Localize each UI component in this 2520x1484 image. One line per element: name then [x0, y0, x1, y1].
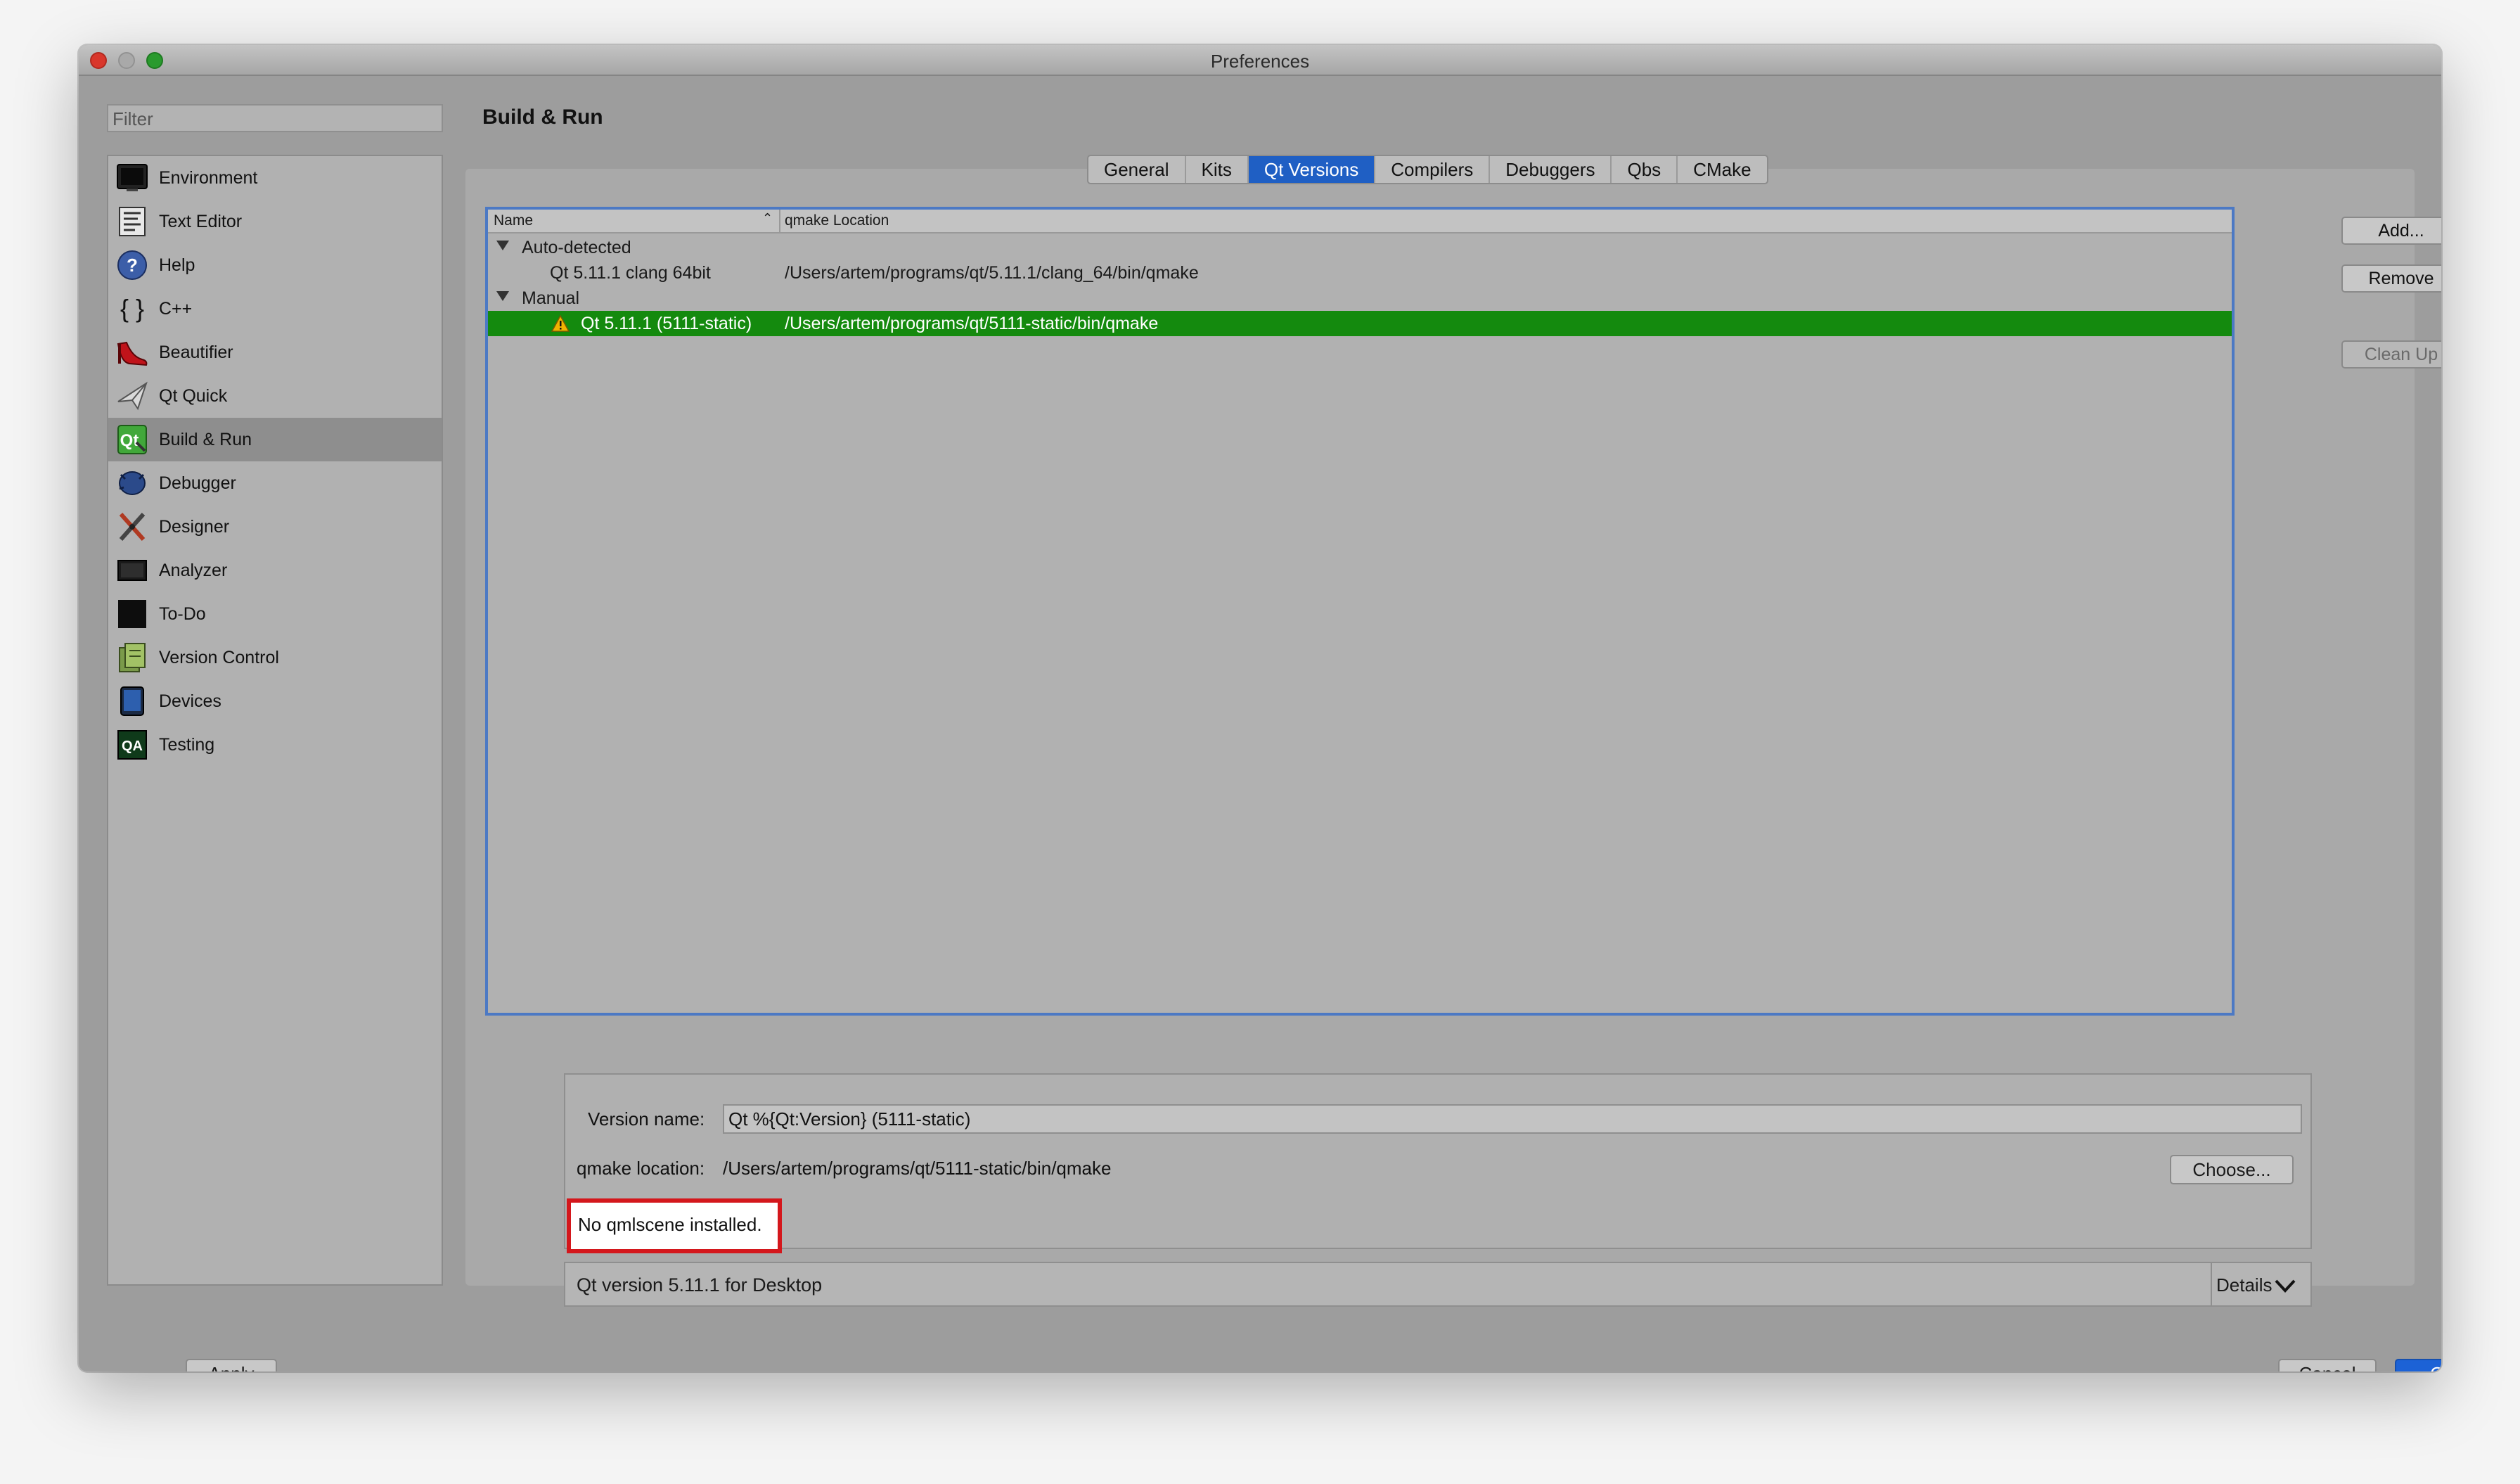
apply-button[interactable]: Apply — [186, 1359, 277, 1371]
sidebar-item-build-run[interactable]: Qt Build & Run — [108, 418, 442, 461]
qmake-location-label: qmake location: — [577, 1158, 705, 1179]
sidebar-item-beautifier[interactable]: Beautifier — [108, 331, 442, 374]
expand-triangle-icon[interactable] — [496, 291, 509, 301]
tree-header: Name ⌃ qmake Location — [488, 210, 2232, 234]
todo-icon — [115, 597, 149, 631]
sidebar-item-testing[interactable]: QA Testing — [108, 723, 442, 767]
tab-qbs[interactable]: Qbs — [1612, 156, 1678, 183]
sidebar-item-label: Debugger — [159, 473, 236, 493]
help-icon: ? — [115, 248, 149, 282]
tab-bar: General Kits Qt Versions Compilers Debug… — [1087, 155, 1768, 184]
tree-row[interactable]: Qt 5.11.1 clang 64bit /Users/artem/progr… — [488, 260, 2232, 286]
sidebar-item-label: Version Control — [159, 647, 279, 667]
sidebar-item-label: Testing — [159, 734, 215, 755]
version-control-icon — [115, 641, 149, 674]
warning-icon — [551, 314, 570, 337]
ok-button[interactable]: OK — [2395, 1359, 2441, 1371]
beautifier-shoe-icon — [115, 335, 149, 369]
sidebar-item-analyzer[interactable]: Analyzer — [108, 549, 442, 592]
sidebar-item-debugger[interactable]: Debugger — [108, 461, 442, 505]
sidebar-item-cpp[interactable]: { } C++ — [108, 287, 442, 331]
sidebar-item-designer[interactable]: Designer — [108, 505, 442, 549]
tab-compilers[interactable]: Compilers — [1375, 156, 1491, 183]
devices-icon — [115, 684, 149, 718]
sidebar: Environment Text Editor ? Help { } C++ B… — [107, 155, 443, 1286]
group-label: Auto-detected — [522, 238, 631, 257]
qt-quick-icon — [115, 379, 149, 413]
tab-general[interactable]: General — [1088, 156, 1186, 183]
sidebar-item-label: Text Editor — [159, 211, 243, 231]
svg-text:?: ? — [127, 255, 138, 276]
tree-group-auto-detected[interactable]: Auto-detected — [488, 235, 2232, 260]
sidebar-item-label: Environment — [159, 167, 258, 188]
column-header-name[interactable]: Name — [494, 212, 533, 229]
svg-text:{ }: { } — [120, 294, 144, 323]
expand-triangle-icon[interactable] — [496, 241, 509, 250]
svg-text:Qt: Qt — [120, 431, 139, 450]
analyzer-icon — [115, 554, 149, 587]
tab-kits[interactable]: Kits — [1186, 156, 1249, 183]
sidebar-item-devices[interactable]: Devices — [108, 679, 442, 723]
qmake-location-value: /Users/artem/programs/qt/5111-static/bin… — [723, 1158, 1112, 1179]
sidebar-item-label: Devices — [159, 691, 221, 711]
cancel-button[interactable]: Cancel — [2278, 1359, 2377, 1371]
sidebar-item-label: Qt Quick — [159, 385, 228, 406]
sidebar-item-environment[interactable]: Environment — [108, 156, 442, 200]
sidebar-item-label: Help — [159, 255, 195, 275]
sidebar-item-label: Build & Run — [159, 429, 252, 449]
clean-up-button[interactable]: Clean Up — [2341, 340, 2441, 369]
tab-debuggers[interactable]: Debuggers — [1490, 156, 1612, 183]
tree-row-selected[interactable]: Qt 5.11.1 (5111-static) /Users/artem/pro… — [488, 311, 2232, 336]
sidebar-item-label: C++ — [159, 298, 193, 319]
sidebar-item-label: To-Do — [159, 603, 206, 624]
build-run-icon: Qt — [115, 423, 149, 456]
details-label: Details — [2216, 1274, 2272, 1296]
page-title: Build & Run — [482, 105, 603, 129]
title-bar: Preferences — [79, 45, 2441, 76]
version-name-label: Version name: — [588, 1108, 705, 1130]
window-title: Preferences — [1210, 51, 1310, 72]
version-name-field[interactable]: Qt %{Qt:Version} (5111-static) — [723, 1104, 2302, 1134]
qt-versions-tree[interactable]: Name ⌃ qmake Location Auto-detected Qt 5… — [485, 207, 2235, 1016]
sidebar-item-label: Beautifier — [159, 342, 233, 362]
debugger-icon — [115, 466, 149, 500]
column-header-qmake-location[interactable]: qmake Location — [785, 212, 889, 229]
tab-qt-versions[interactable]: Qt Versions — [1248, 156, 1376, 183]
svg-text:QA: QA — [122, 738, 143, 754]
qt-version-name: Qt 5.11.1 (5111-static) — [581, 314, 752, 333]
sidebar-item-qt-quick[interactable]: Qt Quick — [108, 374, 442, 418]
summary-text: Qt version 5.11.1 for Desktop — [577, 1274, 823, 1296]
remove-button[interactable]: Remove — [2341, 264, 2441, 293]
add-button[interactable]: Add... — [2341, 217, 2441, 245]
sidebar-item-help[interactable]: ? Help — [108, 243, 442, 287]
qmake-location: /Users/artem/programs/qt/5111-static/bin… — [785, 314, 1159, 333]
summary-divider — [2211, 1263, 2212, 1305]
sidebar-item-label: Designer — [159, 516, 230, 537]
filter-input[interactable]: Filter — [107, 104, 443, 132]
environment-icon — [115, 161, 149, 195]
choose-button[interactable]: Choose... — [2170, 1155, 2294, 1184]
cpp-braces-icon: { } — [115, 292, 149, 326]
preferences-window: Preferences Filter Environment Text Edit… — [79, 45, 2441, 1371]
text-editor-icon — [115, 205, 149, 238]
tree-group-manual[interactable]: Manual — [488, 286, 2232, 311]
no-qmlscene-warning: No qmlscene installed. — [567, 1198, 782, 1253]
group-label: Manual — [522, 288, 579, 308]
qmake-location: /Users/artem/programs/qt/5.11.1/clang_64… — [785, 263, 1199, 283]
qt-version-name: Qt 5.11.1 clang 64bit — [550, 263, 711, 283]
tab-cmake[interactable]: CMake — [1678, 156, 1766, 183]
details-toggle-button[interactable]: Details — [2216, 1274, 2296, 1296]
column-divider[interactable] — [779, 210, 780, 232]
sidebar-item-text-editor[interactable]: Text Editor — [108, 200, 442, 243]
chevron-down-icon — [2275, 1279, 2296, 1293]
sort-ascending-icon: ⌃ — [762, 211, 773, 225]
version-summary-bar: Qt version 5.11.1 for Desktop Details — [564, 1262, 2312, 1307]
sidebar-item-todo[interactable]: To-Do — [108, 592, 442, 636]
sidebar-item-version-control[interactable]: Version Control — [108, 636, 442, 679]
testing-qa-icon: QA — [115, 728, 149, 762]
sidebar-item-label: Analyzer — [159, 560, 228, 580]
designer-icon — [115, 510, 149, 544]
